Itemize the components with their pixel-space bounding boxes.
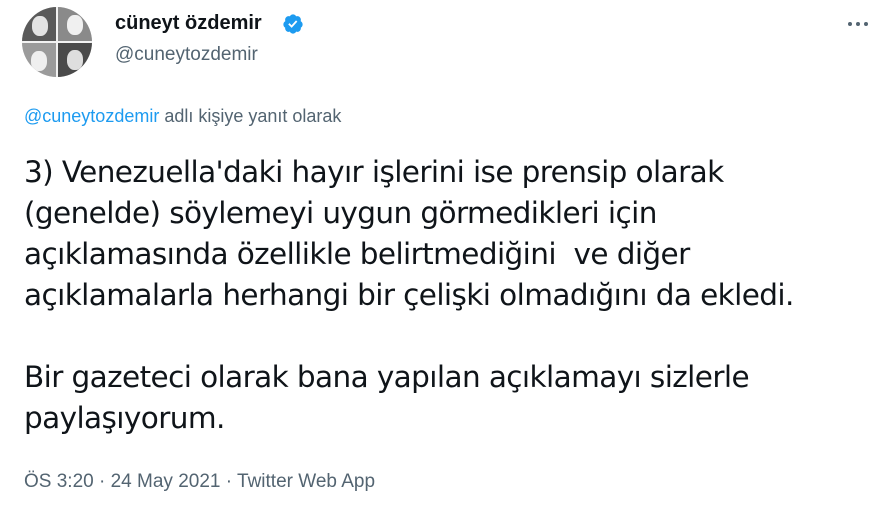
tweet-line: açıklamasında özellikle belirtmediğini v… [24,237,690,271]
tweet-source[interactable]: Twitter Web App [237,471,375,492]
tweet-line: 3) Venezuella'daki hayır işlerini ise pr… [24,155,724,189]
user-handle[interactable]: @cuneytozdemir [115,44,258,66]
reply-mention-link[interactable]: @cuneytozdemir [24,106,159,126]
tweet-meta: ÖS 3:20 · 24 May 2021 · Twitter Web App [24,471,375,493]
tweet-line: Bir gazeteci olarak bana yapılan açıklam… [24,360,750,394]
replying-to: @cuneytozdemir adlı kişiye yanıt olarak [24,106,341,127]
tweet-line: (genelde) söylemeyi uygun görmedikleri i… [24,196,657,230]
tweet-time[interactable]: ÖS 3:20 [24,471,94,492]
tweet-date[interactable]: 24 May 2021 [111,471,221,492]
meta-separator: · [93,471,111,492]
tweet-line: paylaşıyorum. [24,401,225,435]
more-options-button[interactable] [840,10,876,38]
meta-separator: · [220,471,238,492]
more-dots-icon [848,22,852,26]
tweet-card: cüneyt özdemir @cuneytozdemir @cuneytozd… [0,0,884,510]
display-name[interactable]: cüneyt özdemir [115,12,262,35]
tweet-line: açıklamalarla herhangi bir çelişki olmad… [24,278,794,312]
avatar[interactable] [22,7,92,77]
reply-suffix: adlı kişiye yanıt olarak [159,106,342,126]
verified-badge-icon [283,14,303,34]
tweet-text: 3) Venezuella'daki hayır işlerini ise pr… [24,152,864,439]
